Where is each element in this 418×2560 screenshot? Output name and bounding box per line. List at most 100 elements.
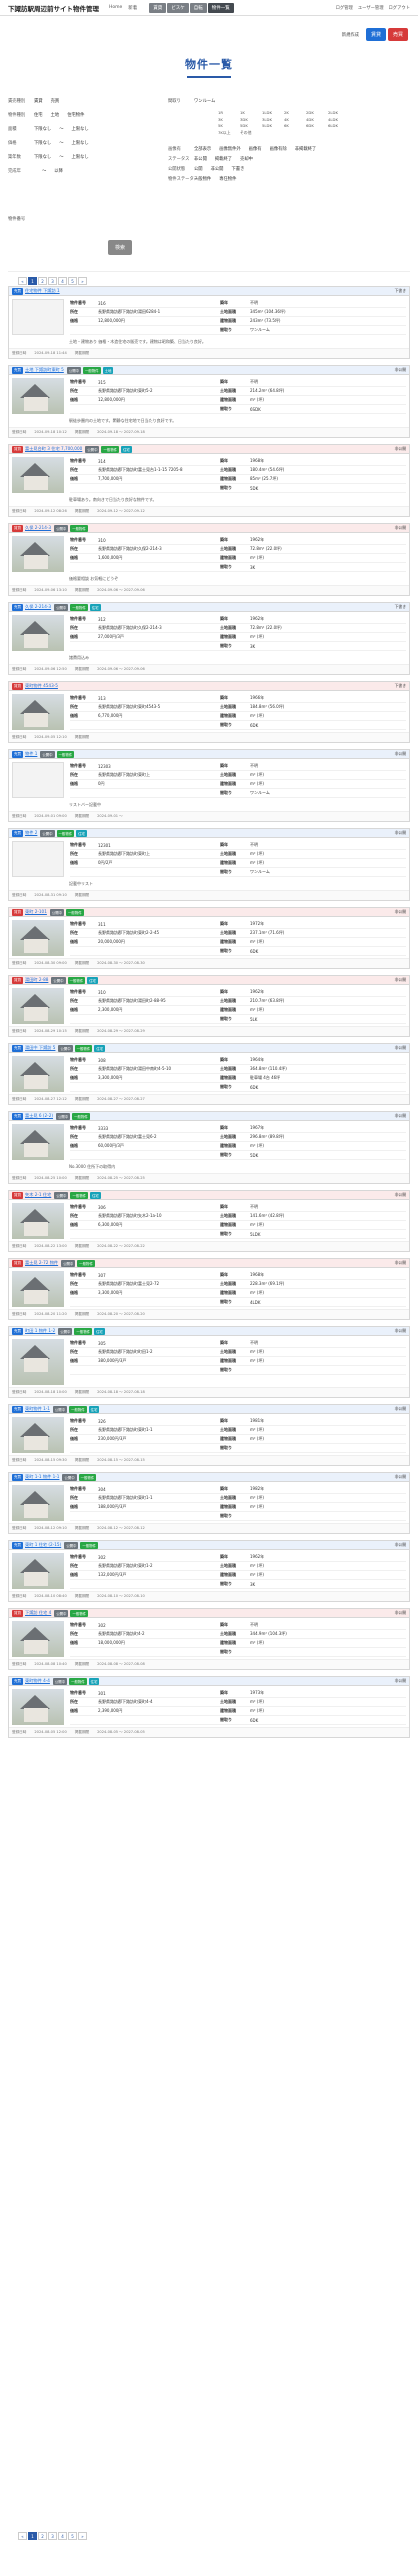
search-value[interactable]: 住宅物件 — [67, 112, 84, 118]
new-sale-button[interactable]: 売買 — [387, 28, 408, 41]
visibility-status[interactable]: 非公開 — [395, 977, 406, 983]
search-value[interactable]: 〜 — [59, 126, 63, 132]
search-value[interactable]: 下限なし — [34, 154, 51, 160]
nav-new-link[interactable]: 新着 — [128, 5, 137, 11]
property-title-link[interactable]: 東町 1-1 物件 1-1 — [25, 1474, 59, 1480]
search-value[interactable]: 以降 — [54, 168, 63, 174]
search-option[interactable]: 非掲載終了 — [295, 146, 316, 152]
nav-bike[interactable]: 自転 — [189, 2, 207, 13]
property-photo[interactable] — [12, 457, 64, 493]
new-rent-button[interactable]: 賃貸 — [365, 28, 386, 41]
visibility-status[interactable]: 下書き — [395, 288, 406, 294]
search-value[interactable]: 〜 — [42, 168, 46, 174]
search-value[interactable]: 上限なし — [71, 126, 88, 132]
search-value[interactable]: 下限なし — [34, 140, 51, 146]
nav-biske[interactable]: ビスケ — [167, 2, 189, 13]
page-button[interactable]: 5 — [68, 2532, 77, 2540]
layout-checkbox[interactable]: 3DK — [240, 117, 262, 122]
nav-rent[interactable]: 賃貸 — [149, 2, 167, 13]
layout-checkbox[interactable]: 4K — [284, 117, 306, 122]
user-admin-link[interactable]: ユーザー管理 — [358, 5, 384, 11]
page-button[interactable]: » — [78, 277, 87, 285]
search-option[interactable]: 下書き — [231, 166, 244, 172]
search-value[interactable]: 〜 — [59, 154, 63, 160]
layout-checkbox[interactable]: 2DK — [306, 110, 328, 115]
search-option[interactable]: ワンルーム — [194, 98, 215, 104]
search-option[interactable]: 画像無件外 — [219, 146, 240, 152]
search-button[interactable]: 検索 — [108, 240, 133, 255]
page-button[interactable]: 1 — [28, 277, 37, 285]
property-title-link[interactable]: 富士見 6 (2-2) — [25, 1113, 53, 1119]
property-title-link[interactable]: 物件 1 — [25, 751, 37, 757]
page-button[interactable]: 4 — [58, 2532, 67, 2540]
visibility-status[interactable]: 下書き — [395, 683, 406, 689]
visibility-status[interactable]: 非公開 — [395, 1406, 406, 1412]
property-photo[interactable] — [12, 536, 64, 572]
layout-checkbox[interactable]: 4DK — [306, 117, 328, 122]
visibility-status[interactable]: 非公開 — [395, 1474, 406, 1480]
search-option[interactable]: 画像有除 — [270, 146, 287, 152]
search-option[interactable]: 掲載終了 — [215, 156, 232, 162]
property-title-link[interactable]: 土地 下諏訪町東町 5 — [25, 367, 64, 373]
layout-checkbox[interactable]: 6K — [284, 123, 306, 128]
nav-home-link[interactable]: Home — [109, 5, 122, 10]
visibility-status[interactable]: 非公開 — [395, 830, 406, 836]
visibility-status[interactable]: 非公開 — [395, 909, 406, 915]
property-title-link[interactable]: 矢木 2-1 住宅 — [25, 1192, 51, 1198]
nav-property-list[interactable]: 物件一覧 — [207, 2, 234, 13]
search-value[interactable]: 下限なし — [34, 126, 51, 132]
search-option[interactable]: 画像有 — [249, 146, 262, 152]
layout-checkbox[interactable]: 1LDK — [262, 110, 284, 115]
layout-checkbox[interactable]: 5LDK — [262, 123, 284, 128]
property-photo[interactable] — [12, 1553, 64, 1589]
property-title-link[interactable]: 下諏訪 住宅 4 — [25, 1610, 51, 1616]
search-value[interactable]: 上限なし — [71, 140, 88, 146]
property-photo[interactable] — [12, 988, 64, 1024]
page-button[interactable]: 2 — [38, 2532, 47, 2540]
visibility-status[interactable]: 非公開 — [395, 1328, 406, 1334]
page-button[interactable]: 3 — [48, 277, 57, 285]
layout-checkbox[interactable]: 2K — [284, 110, 306, 115]
search-value[interactable]: 上限なし — [71, 154, 88, 160]
property-title-link[interactable]: 久保 2-214-3 — [25, 604, 51, 610]
property-photo[interactable] — [12, 1271, 64, 1307]
page-button[interactable]: 1 — [28, 2532, 37, 2540]
property-photo[interactable] — [12, 615, 64, 651]
property-photo[interactable] — [12, 694, 64, 730]
layout-checkbox[interactable]: 6DK — [306, 123, 328, 128]
visibility-status[interactable]: 非公開 — [395, 1045, 406, 1051]
property-photo[interactable] — [12, 1621, 64, 1657]
property-title-link[interactable]: 物件 2 — [25, 830, 37, 836]
layout-checkbox[interactable]: 1K — [240, 110, 262, 115]
property-title-link[interactable]: 湯田町 2-88 — [25, 977, 48, 983]
visibility-status[interactable]: 非公開 — [395, 525, 406, 531]
property-photo[interactable] — [12, 1056, 64, 1092]
property-photo[interactable] — [12, 1339, 64, 1385]
search-option[interactable]: 専任物件 — [219, 176, 236, 182]
search-value[interactable]: 土地 — [51, 112, 60, 118]
search-value[interactable]: 賃貸 — [34, 98, 43, 104]
visibility-status[interactable]: 非公開 — [395, 1260, 406, 1266]
page-button[interactable]: 5 — [68, 277, 77, 285]
property-title-link[interactable]: 湯田中 下諏訪 5 — [25, 1045, 55, 1051]
property-photo[interactable] — [12, 378, 64, 414]
page-button[interactable]: 3 — [48, 2532, 57, 2540]
property-title-link[interactable]: 富士見台町 3 住宅 7,700,000 — [25, 446, 82, 452]
property-title-link[interactable]: 東町物件 1-1 — [25, 1406, 50, 1412]
search-option[interactable]: 非公開 — [211, 166, 224, 172]
layout-checkbox[interactable]: 6LDK — [328, 123, 350, 128]
layout-checkbox[interactable]: 3K — [218, 117, 240, 122]
layout-checkbox[interactable]: 5K — [218, 123, 240, 128]
property-photo[interactable] — [12, 920, 64, 956]
visibility-status[interactable]: 非公開 — [395, 1113, 406, 1119]
property-title-link[interactable]: 町田 1 物件 1-2 — [25, 1328, 55, 1334]
visibility-status[interactable]: 非公開 — [395, 1192, 406, 1198]
page-button[interactable]: 2 — [38, 277, 47, 285]
property-title-link[interactable]: 富士見 2-72 物件 — [25, 1260, 58, 1266]
property-photo[interactable] — [12, 1689, 64, 1725]
logout-link[interactable]: ログアウト — [389, 5, 410, 11]
property-photo[interactable] — [12, 1124, 64, 1160]
property-title-link[interactable]: 東町 2-101 — [25, 909, 47, 915]
search-option[interactable]: 非公開 — [194, 156, 207, 162]
search-option[interactable]: 全部表示 — [194, 146, 211, 152]
